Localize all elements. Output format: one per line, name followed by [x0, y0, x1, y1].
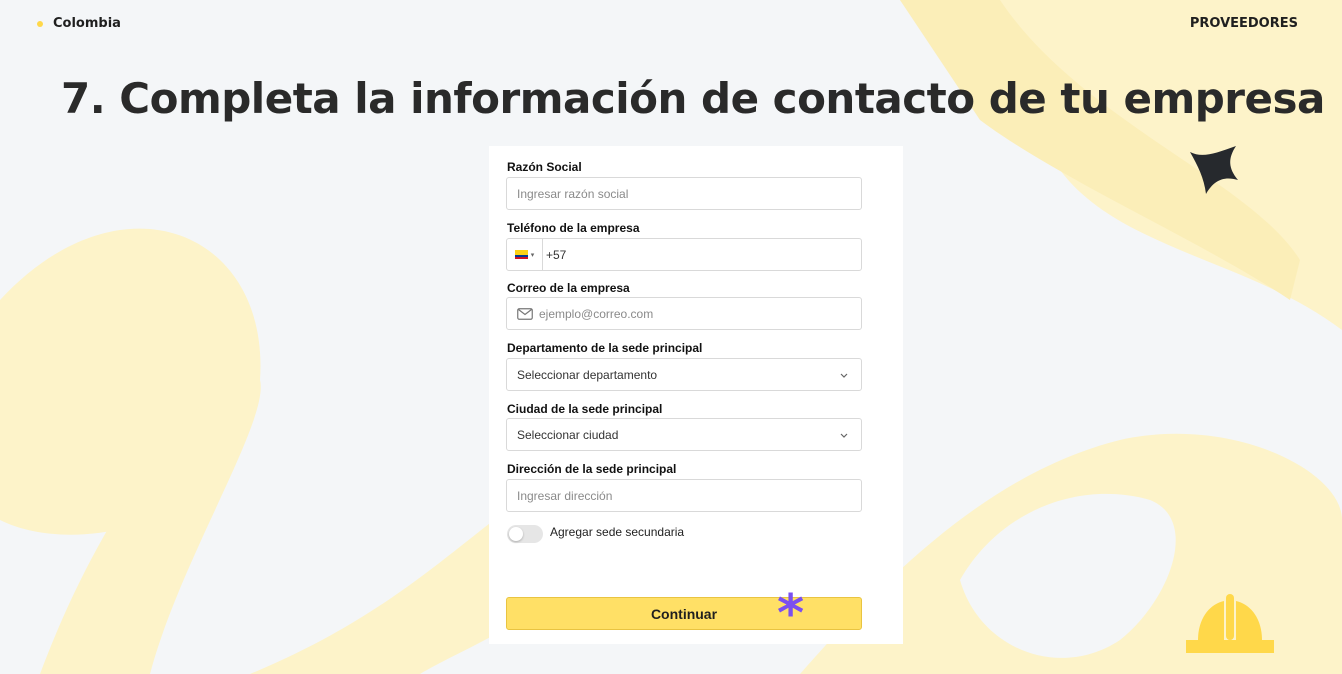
- telefono-input[interactable]: ▾ +57: [506, 238, 862, 271]
- colombia-flag-icon: [514, 250, 528, 259]
- section-label: PROVEEDORES: [1189, 16, 1298, 31]
- departamento-selected: Seleccionar departamento: [517, 367, 658, 382]
- sede-secundaria-label: Agregar sede secundaria: [550, 525, 685, 539]
- ciudad-select[interactable]: Seleccionar ciudad: [506, 418, 862, 451]
- country-label: Colombia: [37, 16, 121, 31]
- caret-down-icon: ▾: [530, 251, 535, 259]
- asterisk-decoration: *: [777, 584, 805, 644]
- page-title: 7. Completa la información de contacto d…: [61, 74, 1325, 123]
- continue-button[interactable]: Continuar: [506, 597, 862, 630]
- ciudad-label: Ciudad de la sede principal: [507, 402, 663, 416]
- direccion-placeholder: Ingresar dirección: [517, 488, 613, 503]
- departamento-label: Departamento de la sede principal: [507, 341, 703, 355]
- razon-social-placeholder: Ingresar razón social: [517, 186, 629, 201]
- razon-social-input[interactable]: Ingresar razón social: [506, 177, 862, 210]
- direccion-label: Dirección de la sede principal: [507, 462, 677, 476]
- direccion-input[interactable]: Ingresar dirección: [506, 479, 862, 512]
- hard-hat-icon: [1186, 594, 1274, 653]
- ciudad-selected: Seleccionar ciudad: [517, 427, 619, 442]
- mail-icon: [517, 307, 533, 320]
- country-code-selector[interactable]: ▾: [507, 239, 543, 270]
- correo-input[interactable]: ejemplo@correo.com: [506, 297, 862, 330]
- country-text: Colombia: [53, 16, 121, 31]
- chevron-down-icon: [840, 433, 848, 438]
- sede-secundaria-toggle[interactable]: [507, 525, 543, 543]
- razon-social-label: Razón Social: [507, 160, 582, 174]
- phone-country-code: +57: [546, 247, 567, 262]
- sparkle-star-icon: [1190, 146, 1238, 194]
- contact-form-card: Razón Social Ingresar razón social Teléf…: [489, 146, 903, 644]
- chevron-down-icon: [840, 373, 848, 378]
- bullet-dot-icon: [37, 20, 43, 27]
- telefono-label: Teléfono de la empresa: [507, 221, 640, 235]
- correo-placeholder: ejemplo@correo.com: [539, 306, 654, 321]
- toggle-knob: [509, 527, 523, 541]
- correo-label: Correo de la empresa: [507, 281, 630, 295]
- departamento-select[interactable]: Seleccionar departamento: [506, 358, 862, 391]
